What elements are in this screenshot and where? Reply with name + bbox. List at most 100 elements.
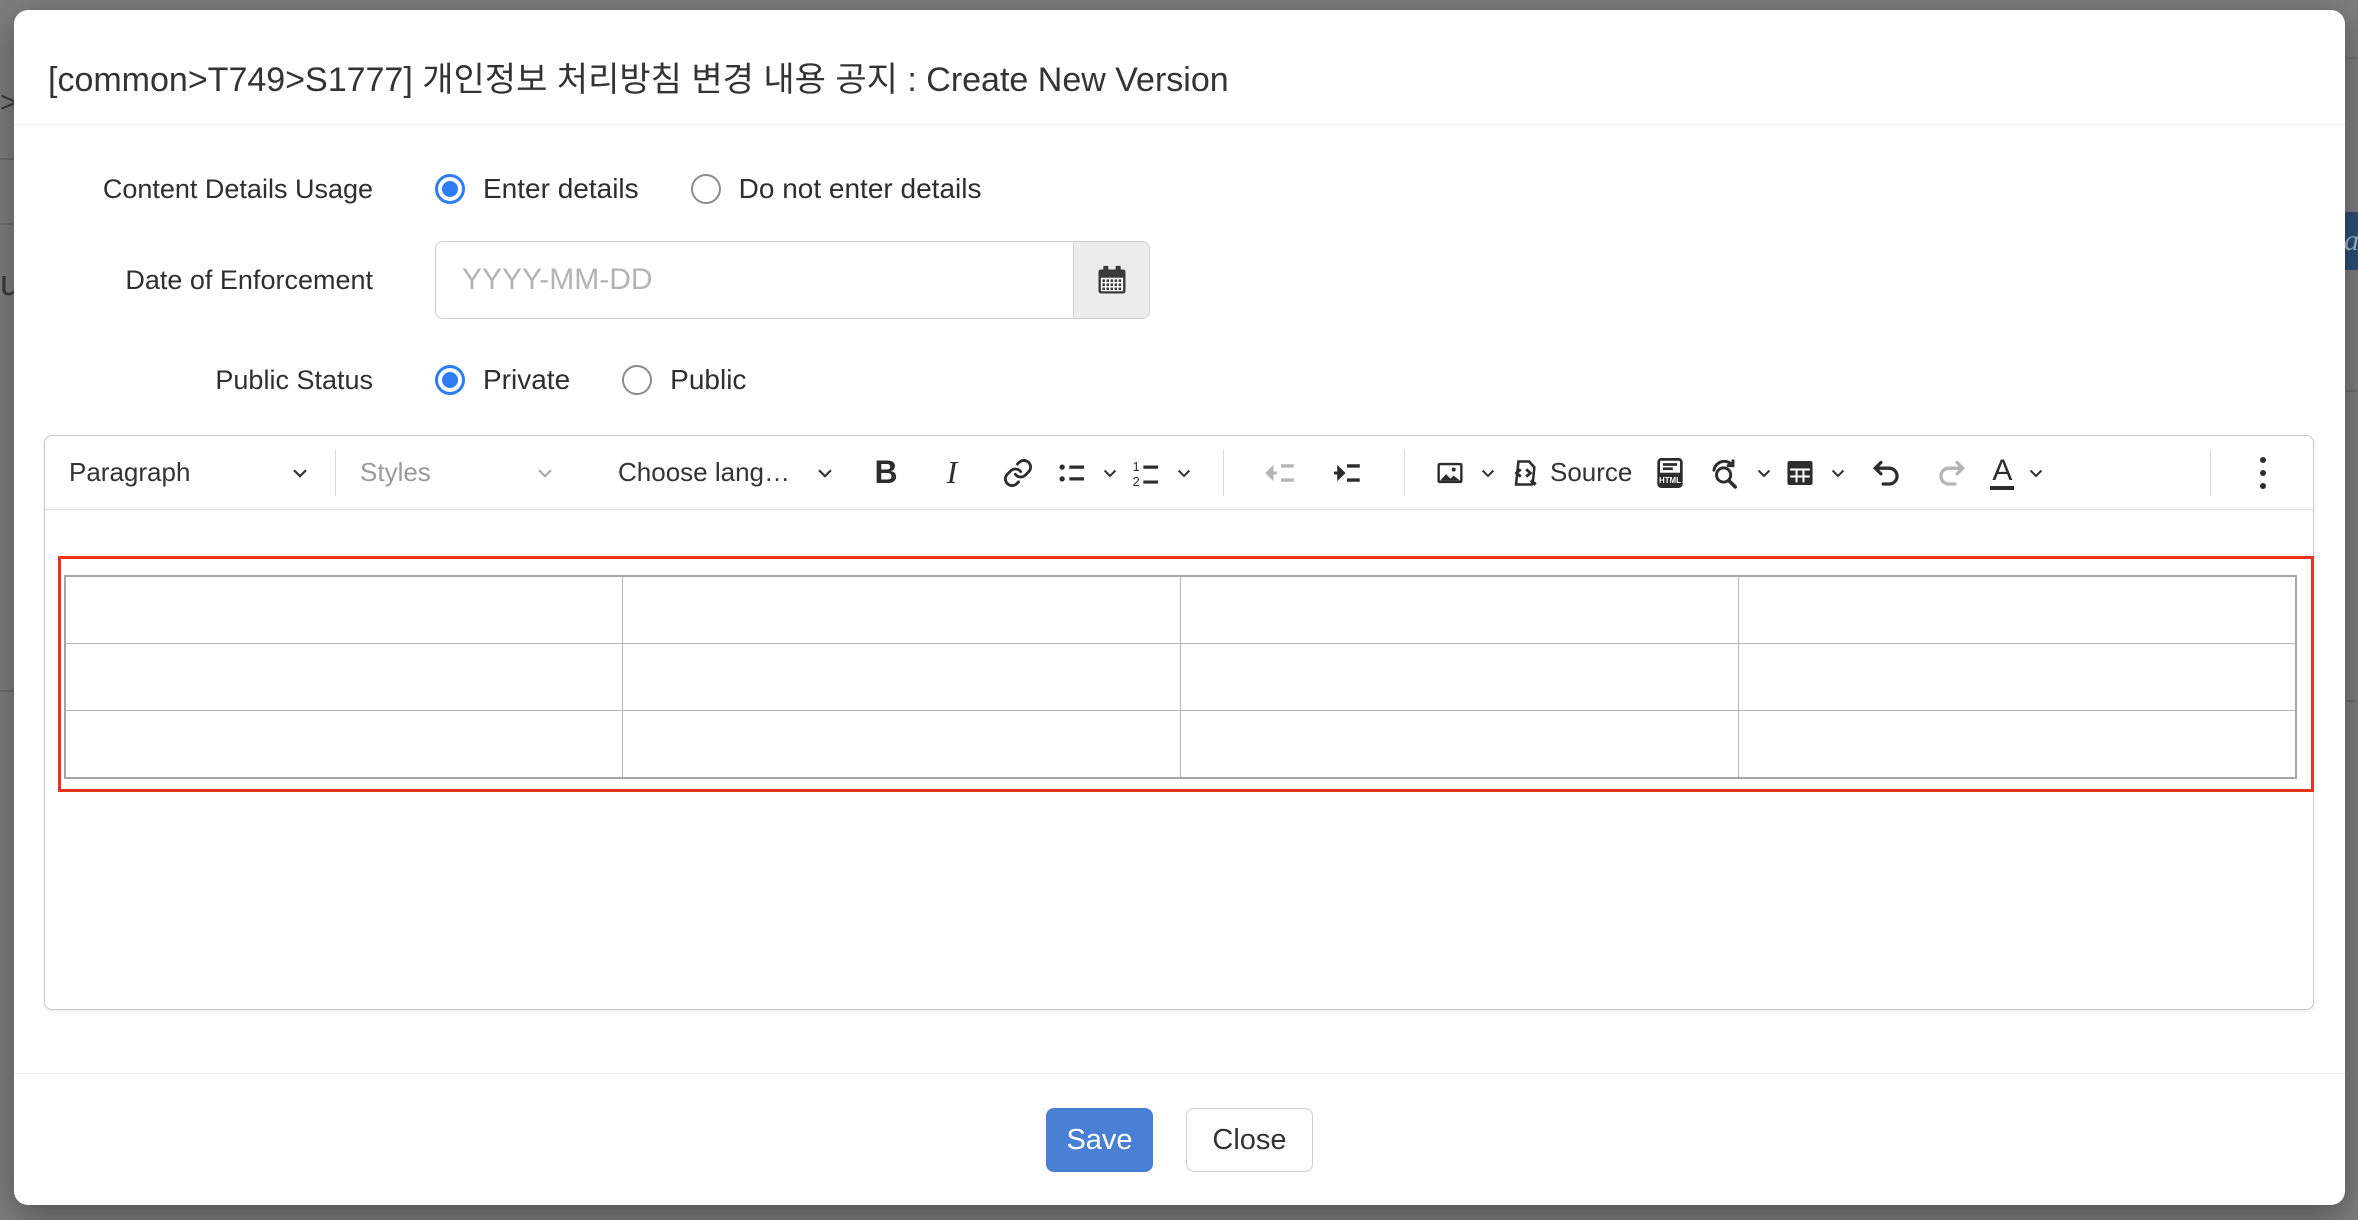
table-cell[interactable]	[65, 711, 623, 779]
table-cell[interactable]	[623, 711, 1181, 779]
redo-icon	[1935, 456, 1969, 490]
html-badge-text: HTML	[1659, 475, 1681, 484]
undo-button[interactable]	[1858, 445, 1914, 501]
content-details-usage-row: Content Details Usage Enter details Do n…	[14, 173, 1033, 205]
background-divider	[2345, 390, 2358, 392]
date-of-enforcement-input[interactable]	[436, 242, 1073, 318]
radio-button-icon[interactable]	[622, 365, 652, 395]
table-cell[interactable]	[1181, 576, 1739, 644]
footer-divider	[14, 1073, 2345, 1074]
radio-do-not-enter-details[interactable]: Do not enter details	[691, 173, 982, 205]
table-cell[interactable]	[1738, 644, 2296, 711]
chevron-down-icon	[814, 462, 836, 484]
undo-icon	[1869, 456, 1903, 490]
table-cell[interactable]	[1738, 576, 2296, 644]
table-cell[interactable]	[1181, 711, 1739, 779]
bulleted-list-icon	[1056, 457, 1088, 489]
public-status-options: Private Public	[435, 364, 798, 396]
table-cell[interactable]	[623, 644, 1181, 711]
bold-icon: B	[874, 454, 897, 491]
calendar-picker-button[interactable]	[1073, 242, 1149, 318]
chevron-down-icon	[1174, 463, 1194, 483]
chevron-down-icon	[1100, 463, 1120, 483]
text-styles-value: Styles	[360, 457, 431, 488]
radio-button-icon[interactable]	[435, 174, 465, 204]
italic-button[interactable]: I	[924, 445, 980, 501]
table-row	[65, 644, 2296, 711]
radio-label: Enter details	[483, 173, 639, 205]
paragraph-style-value: Paragraph	[69, 457, 190, 488]
editor-toolbar: Paragraph Styles Choose lang…	[45, 436, 2313, 510]
paragraph-style-dropdown[interactable]: Paragraph	[69, 457, 311, 488]
bulleted-list-dropdown[interactable]	[1056, 457, 1120, 489]
background-divider	[2345, 700, 2358, 702]
language-dropdown[interactable]: Choose lang…	[618, 457, 836, 488]
find-and-replace-dropdown[interactable]	[1708, 456, 1774, 490]
table-cell[interactable]	[1181, 644, 1739, 711]
toolbar-divider	[335, 450, 336, 496]
radio-button-icon[interactable]	[691, 174, 721, 204]
radio-label: Public	[670, 364, 746, 396]
dot	[2260, 470, 2266, 476]
editor-content-area[interactable]	[45, 510, 2313, 1009]
bold-button[interactable]: B	[858, 445, 914, 501]
radio-enter-details[interactable]: Enter details	[435, 173, 639, 205]
date-field-wrapper	[435, 241, 1150, 319]
find-replace-icon	[1708, 456, 1742, 490]
selected-table-widget[interactable]	[58, 556, 2314, 792]
insert-image-dropdown[interactable]	[1434, 457, 1498, 489]
save-button[interactable]: Save	[1046, 1108, 1153, 1172]
svg-text:1: 1	[1133, 459, 1140, 473]
dot	[2260, 457, 2266, 463]
table-cell[interactable]	[623, 576, 1181, 644]
indent-button[interactable]	[1319, 445, 1375, 501]
editor-content-table[interactable]	[64, 575, 2297, 779]
italic-icon: I	[947, 454, 958, 491]
header-divider	[14, 124, 2345, 125]
table-row	[65, 711, 2296, 779]
source-label: Source	[1550, 457, 1632, 488]
more-options-button[interactable]	[2235, 445, 2291, 501]
outdent-icon	[1264, 456, 1298, 490]
radio-button-icon[interactable]	[435, 365, 465, 395]
chevron-down-icon	[1754, 463, 1774, 483]
date-of-enforcement-label: Date of Enforcement	[14, 265, 373, 296]
toolbar-divider	[2210, 450, 2211, 496]
dot	[2260, 483, 2266, 489]
create-new-version-dialog: [common>T749>S1777] 개인정보 처리방침 변경 내용 공지 :…	[14, 10, 2345, 1205]
outdent-button[interactable]	[1253, 445, 1309, 501]
table-cell[interactable]	[65, 644, 623, 711]
redo-button[interactable]	[1924, 445, 1980, 501]
radio-label: Do not enter details	[739, 173, 982, 205]
content-details-usage-options: Enter details Do not enter details	[435, 173, 1033, 205]
footer-buttons: Save Close	[14, 1108, 2345, 1172]
content-details-usage-label: Content Details Usage	[14, 174, 373, 205]
source-icon	[1508, 457, 1540, 489]
background-divider	[0, 690, 14, 692]
table-cell[interactable]	[65, 576, 623, 644]
numbered-list-dropdown[interactable]: 1 2	[1130, 457, 1194, 489]
page-backdrop: >s u a [common>T749>S1777] 개인정보 처리방침 변경 …	[0, 0, 2358, 1220]
date-field-group	[435, 241, 1150, 319]
toolbar-divider	[1223, 450, 1224, 496]
table-row	[65, 576, 2296, 644]
text-styles-dropdown[interactable]: Styles	[360, 457, 556, 488]
toolbar-divider	[1404, 450, 1405, 496]
chevron-down-icon	[1478, 463, 1498, 483]
radio-public[interactable]: Public	[622, 364, 746, 396]
link-button[interactable]	[990, 445, 1046, 501]
svg-text:2: 2	[1133, 474, 1140, 488]
background-divider	[0, 223, 14, 225]
language-value: Choose lang…	[618, 457, 790, 488]
source-button[interactable]: Source	[1508, 457, 1632, 489]
font-color-dropdown[interactable]: A	[1990, 455, 2046, 491]
public-status-row: Public Status Private Public	[14, 364, 798, 396]
table-cell[interactable]	[1738, 711, 2296, 779]
close-button[interactable]: Close	[1186, 1108, 1313, 1172]
radio-label: Private	[483, 364, 570, 396]
insert-table-dropdown[interactable]	[1784, 457, 1848, 489]
radio-private[interactable]: Private	[435, 364, 570, 396]
font-color-icon: A	[1990, 455, 2014, 491]
numbered-list-icon: 1 2	[1130, 457, 1162, 489]
html-embed-button[interactable]: HTML	[1642, 445, 1698, 501]
